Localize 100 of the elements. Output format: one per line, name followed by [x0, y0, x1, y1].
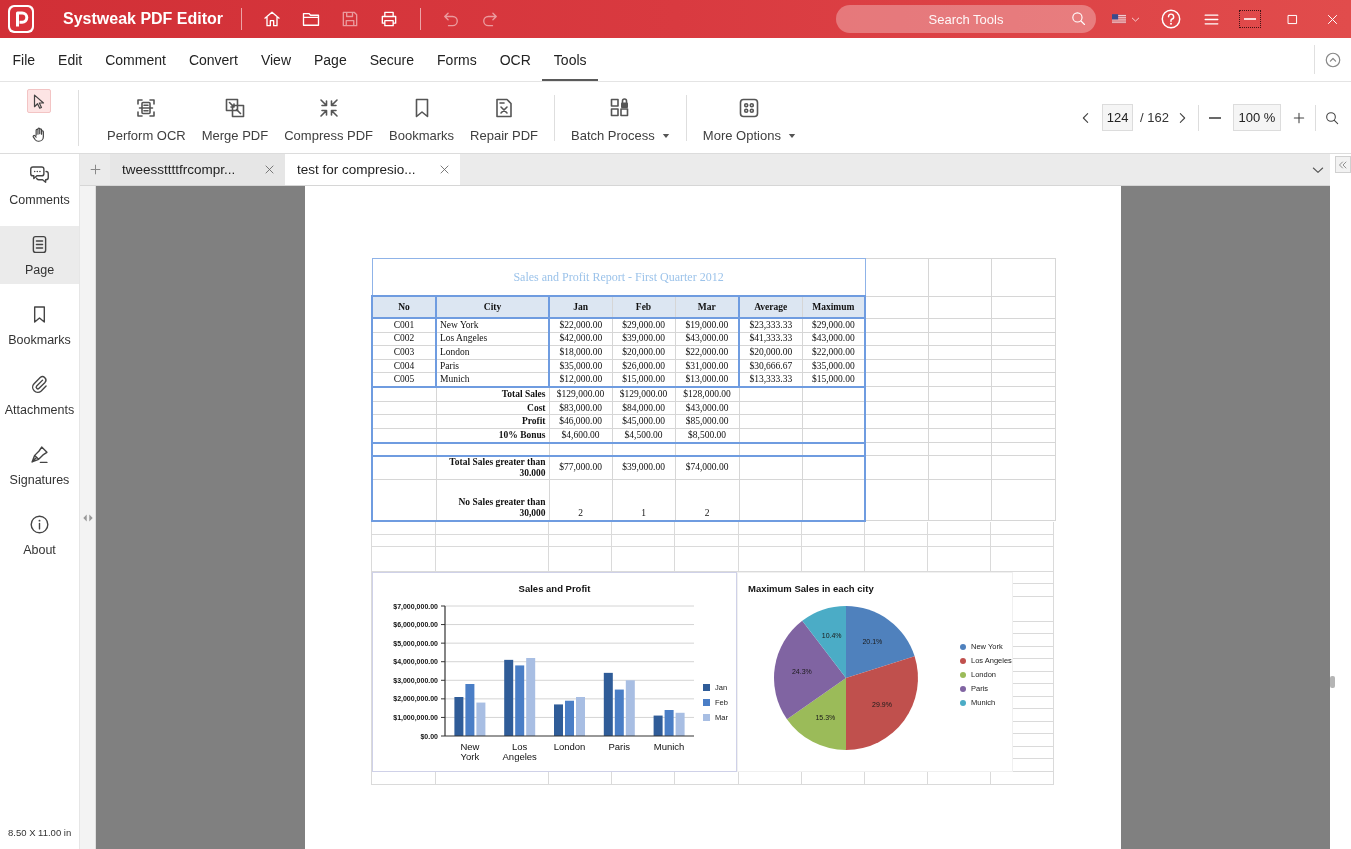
menu-item[interactable]: Comment: [93, 38, 178, 81]
table-cell: $22,000.00: [675, 345, 739, 360]
comments-icon: [29, 164, 50, 185]
category-label: Los Angeles: [501, 741, 538, 763]
table-cell: $77,000.00: [549, 455, 612, 480]
home-icon: [262, 9, 283, 29]
sidebar-item[interactable]: Page: [0, 226, 79, 284]
bar: [603, 672, 613, 736]
chart-title: Maximum Sales in each city: [747, 581, 875, 596]
column-header: No: [372, 296, 436, 318]
caret-icon: [787, 132, 796, 139]
bar: [576, 696, 585, 736]
table-cell: $43,000.00: [675, 401, 739, 415]
menu-item[interactable]: Tools: [542, 38, 599, 81]
sidebar-item[interactable]: Signatures: [0, 436, 79, 494]
table-cell: $39,000.00: [612, 455, 675, 480]
column-header: Feb: [612, 296, 675, 318]
category-label: New York: [459, 741, 481, 763]
bar: [565, 700, 574, 736]
table-cell: C004: [372, 359, 436, 373]
table-cell: $15,000.00: [802, 372, 866, 387]
window-title: Systweak PDF Editor: [63, 10, 224, 28]
table-cell: C001: [372, 318, 436, 333]
row-label: No Sales greater than 30,000: [436, 479, 549, 521]
select-tool-button[interactable]: [27, 89, 51, 113]
table-cell: 1: [612, 479, 675, 521]
page-number-field[interactable]: 124: [1102, 104, 1134, 131]
category-label: Paris: [607, 741, 632, 754]
row-label: 10% Bonus: [436, 428, 549, 443]
table-cell: $8,500.00: [675, 428, 739, 443]
column-header: Mar: [675, 296, 739, 318]
menu-item[interactable]: Convert: [177, 38, 250, 81]
table-cell: 2: [675, 479, 739, 521]
category-label: London: [552, 741, 587, 754]
table-cell: $41,333.33: [739, 332, 802, 346]
search-icon: [1324, 109, 1340, 126]
table-cell: C002: [372, 332, 436, 346]
sidebar-item[interactable]: About: [0, 506, 79, 564]
pen-icon: [29, 444, 50, 465]
table-cell: $35,000.00: [549, 359, 612, 373]
table-cell: $26,000.00: [612, 359, 675, 373]
toolbar-button[interactable]: Repair PDF: [464, 82, 544, 153]
bar: [614, 689, 624, 736]
table-cell: $15,000.00: [612, 372, 675, 387]
paperclip-icon: [29, 374, 50, 395]
table-cell: London: [436, 345, 549, 360]
zoom-field[interactable]: 100 %: [1233, 104, 1281, 131]
menu-item[interactable]: Page: [302, 38, 359, 81]
table-cell: $74,000.00: [675, 455, 739, 480]
sidebar-item[interactable]: Bookmarks: [0, 296, 79, 354]
minimize-icon: [1244, 18, 1256, 20]
toolbar-button[interactable]: More Options: [696, 82, 802, 153]
bar: [554, 704, 563, 736]
circle-chevron-up-icon: [1324, 50, 1342, 69]
menu-item[interactable]: OCR: [488, 38, 543, 81]
sidebar-item[interactable]: Attachments: [0, 366, 79, 424]
sidebar-item[interactable]: Comments: [0, 156, 79, 214]
table-cell: $84,000.00: [612, 401, 675, 415]
toolbar-button[interactable]: Perform OCR: [101, 82, 192, 153]
collapse-panel-button[interactable]: [1335, 156, 1351, 173]
minus-icon: [1209, 116, 1221, 119]
table-cell: $4,600.00: [549, 428, 612, 443]
row-label: Profit: [436, 414, 549, 429]
document-tab[interactable]: test for compresio...: [285, 154, 460, 185]
bar: [653, 715, 663, 736]
table-cell: $31,000.00: [675, 359, 739, 373]
row-label: Total Sales greater than 30.000: [436, 455, 549, 480]
menu-item[interactable]: Edit: [46, 38, 94, 81]
plus-icon: [87, 162, 103, 177]
double-chevron-left-icon: [1337, 158, 1349, 171]
table-cell: $43,000.00: [802, 332, 866, 346]
table-cell: $20,000.00: [739, 345, 802, 360]
table-cell: 2: [549, 479, 612, 521]
search-icon: [1070, 10, 1087, 27]
toolbar-button[interactable]: Batch Process: [565, 82, 676, 153]
toolbar-button[interactable]: Bookmarks: [383, 82, 461, 153]
table-cell: $22,000.00: [549, 318, 612, 333]
table-cell: $19,000.00: [675, 318, 739, 333]
menu-item[interactable]: File: [1, 38, 47, 81]
category-label: Munich: [652, 741, 686, 754]
table-cell: $29,000.00: [612, 318, 675, 333]
bar: [675, 712, 685, 736]
table-cell: Paris: [436, 359, 549, 373]
menu-item[interactable]: Forms: [425, 38, 489, 81]
toolbar-button[interactable]: Merge PDF: [195, 82, 275, 153]
table-cell: $23,333.33: [739, 318, 802, 333]
table-cell: $13,333.33: [739, 372, 802, 387]
column-header: City: [436, 296, 549, 318]
table-cell: $22,000.00: [802, 345, 866, 360]
scrollbar-thumb[interactable]: [1330, 676, 1335, 688]
menu-item[interactable]: View: [249, 38, 303, 81]
report-title: Sales and Profit Report - First Quarter 2012: [513, 269, 724, 284]
table-cell: $20,000.00: [612, 345, 675, 360]
app-logo-icon: [8, 5, 34, 33]
page-size-label: 8.50 X 11.00 in: [7, 827, 73, 840]
toolbar-button[interactable]: Compress PDF: [278, 82, 380, 153]
table-cell: $12,000.00: [549, 372, 612, 387]
document-tab[interactable]: tweessttttfrcompr...: [110, 154, 285, 185]
help-icon: [1160, 8, 1182, 30]
menu-item[interactable]: Secure: [358, 38, 426, 81]
